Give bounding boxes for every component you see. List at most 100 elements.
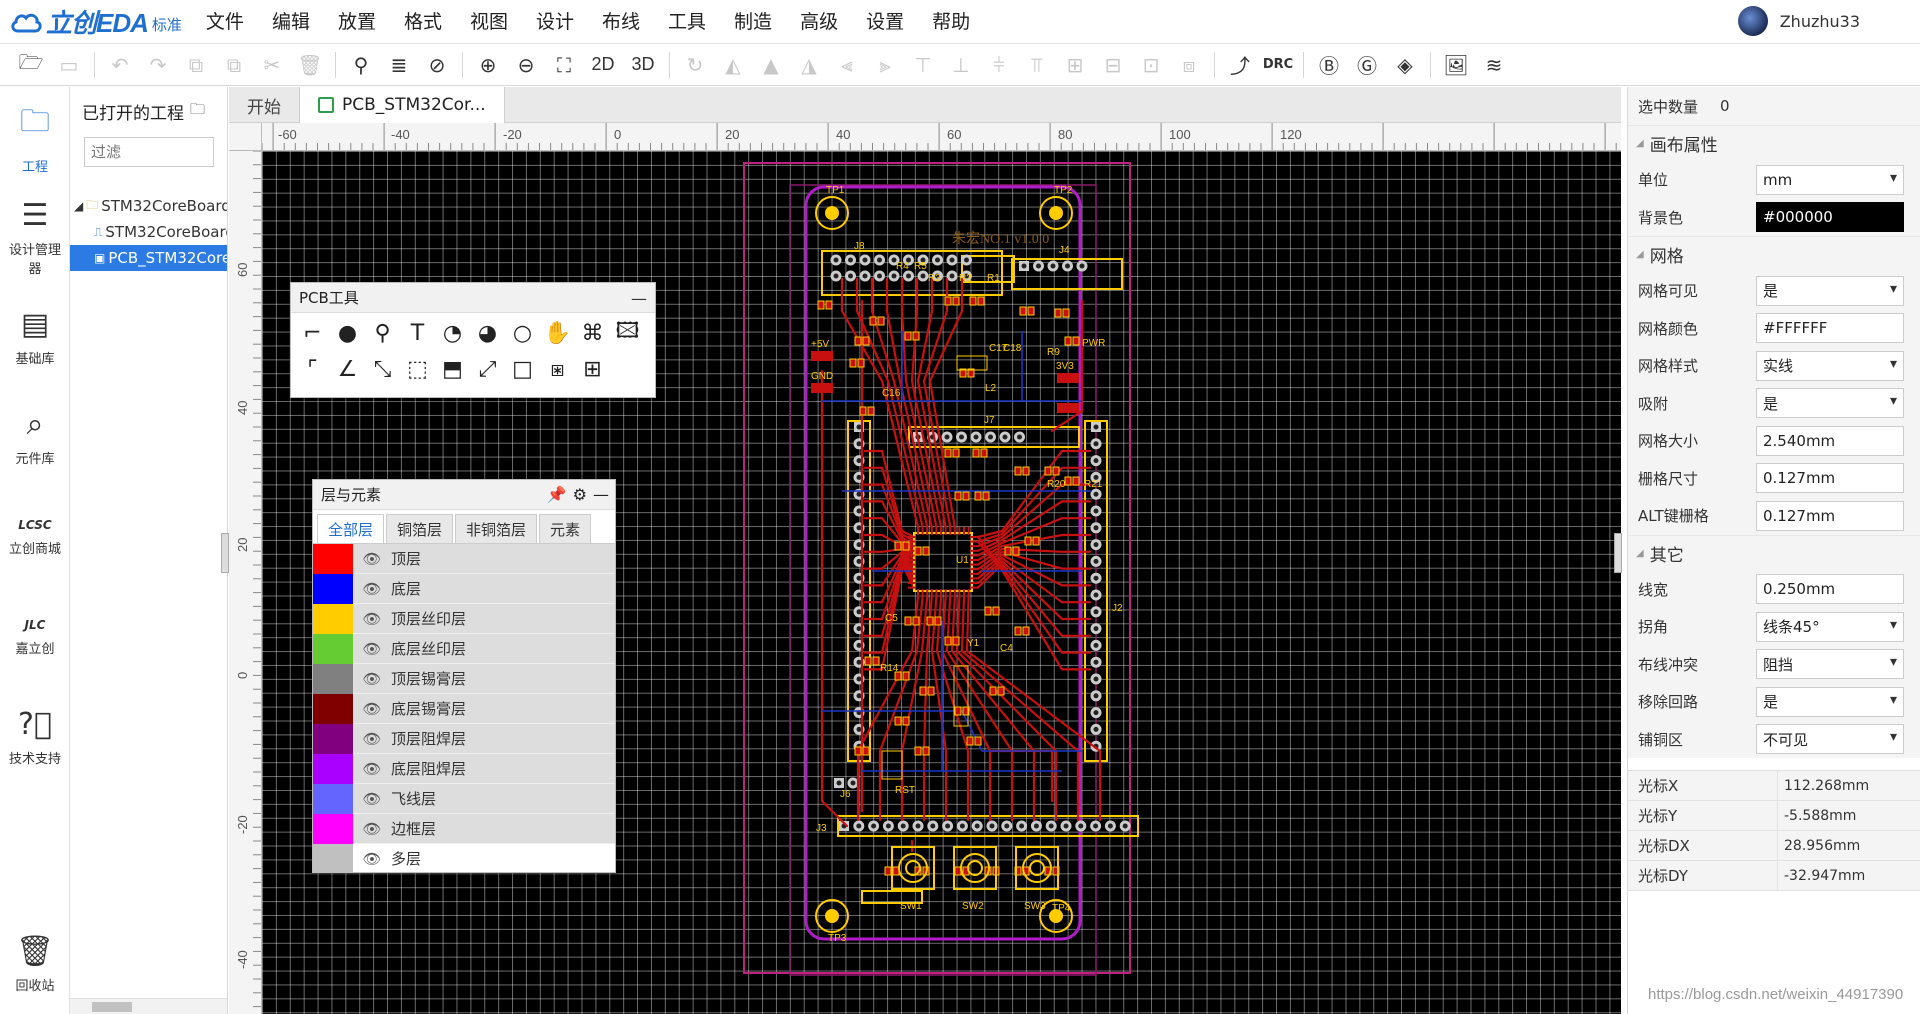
layer-row[interactable]: 👁 边框层 xyxy=(313,813,615,844)
layer-color-swatch[interactable] xyxy=(313,843,353,872)
property-input[interactable]: 0.127mm xyxy=(1756,500,1904,531)
layer-row[interactable]: 👁 底层阻焊层 xyxy=(313,753,615,784)
tab-elements[interactable]: 元素 xyxy=(539,514,592,543)
copy-icon[interactable]: ⧉ xyxy=(177,48,215,82)
property-input[interactable]: 0.250mm xyxy=(1756,574,1904,605)
eye-icon[interactable]: 👁 xyxy=(353,730,391,748)
pin-icon[interactable]: 📌 xyxy=(547,485,567,504)
dimension-tool-icon[interactable]: ∠ xyxy=(330,351,365,387)
menu-item[interactable]: 编辑 xyxy=(258,0,324,44)
tree-item-pcb[interactable]: ▣ PCB_STM32CoreBoard xyxy=(70,245,227,271)
collapse-left-handle[interactable] xyxy=(221,533,229,573)
menu-item[interactable]: 制造 xyxy=(720,0,786,44)
circle-tool-icon[interactable]: ○ xyxy=(505,315,540,351)
pan-tool-icon[interactable]: ✋ xyxy=(540,315,575,351)
image-tool-icon[interactable]: 🖾 xyxy=(610,315,645,351)
align-right-icon[interactable]: ⫸ xyxy=(866,48,904,82)
avatar[interactable] xyxy=(1737,6,1768,36)
rail-item-design-manager[interactable]: ☰ 设计管理器 xyxy=(0,187,70,287)
cross-probe-icon[interactable]: ⊘ xyxy=(418,48,456,82)
menu-item[interactable]: 设计 xyxy=(522,0,588,44)
collapse-arrow-icon[interactable]: ◢ xyxy=(74,199,83,213)
user-account[interactable]: Zhuzhu33 xyxy=(1737,6,1860,36)
eye-icon[interactable]: 👁 xyxy=(353,610,391,628)
eye-icon[interactable]: 👁 xyxy=(353,790,391,808)
view-3d-button[interactable]: 3D xyxy=(623,48,663,82)
tab-non-copper-layers[interactable]: 非铜箔层 xyxy=(455,514,538,543)
mirror-icon[interactable]: ◮ xyxy=(790,48,828,82)
find-icon[interactable]: ⚲ xyxy=(342,48,380,82)
align-left-icon[interactable]: ⫷ xyxy=(828,48,866,82)
align-grid-icon[interactable]: ⊡ xyxy=(1132,48,1170,82)
layer-row[interactable]: 👁 底层丝印层 xyxy=(313,633,615,664)
menu-item[interactable]: 格式 xyxy=(390,0,456,44)
drc-button[interactable]: DRC xyxy=(1259,48,1297,82)
export-image-icon[interactable]: 🖼 xyxy=(1437,48,1475,82)
eye-icon[interactable]: 👁 xyxy=(353,550,391,568)
layer-color-swatch[interactable] xyxy=(313,753,353,784)
layer-color-swatch[interactable] xyxy=(313,813,353,844)
app-logo[interactable]: 立创EDA 标准 xyxy=(0,0,182,44)
copper-area-tool-icon[interactable]: ⬒ xyxy=(435,351,470,387)
paste-icon[interactable]: ⧉ xyxy=(215,48,253,82)
filter-input[interactable] xyxy=(84,137,214,167)
property-select[interactable]: 阻挡 xyxy=(1756,649,1904,680)
text-tool-icon[interactable]: T xyxy=(400,315,435,351)
measure-tool-icon[interactable]: ⤢ xyxy=(470,351,505,387)
route-icon[interactable]: ⤴ xyxy=(1221,48,1259,82)
layer-color-swatch[interactable] xyxy=(313,723,353,754)
tab-pcb[interactable]: PCB_STM32Cor... xyxy=(300,87,505,123)
arc-center-tool-icon[interactable]: ◕ xyxy=(470,315,505,351)
layer-row[interactable]: 👁 底层 xyxy=(313,573,615,604)
eye-icon[interactable]: 👁 xyxy=(353,820,391,838)
cut-icon[interactable]: ✂ xyxy=(253,48,291,82)
save-icon[interactable]: ▭ xyxy=(50,48,88,82)
rail-item-basic-lib[interactable]: ▤ 基础库 xyxy=(0,287,70,387)
align-center-h-icon[interactable]: ⫪ xyxy=(1018,48,1056,82)
eye-icon[interactable]: 👁 xyxy=(353,760,391,778)
rail-item-support[interactable]: ?⃝ 技术支持 xyxy=(0,687,70,787)
property-input[interactable]: 2.540mm xyxy=(1756,425,1904,456)
pad-tool-icon[interactable]: ● xyxy=(330,315,365,351)
rail-item-component-lib[interactable]: ⌕ 元件库 xyxy=(0,387,70,487)
property-input[interactable]: #FFFFFF xyxy=(1756,313,1904,344)
distribute-h-icon[interactable]: ⊞ xyxy=(1056,48,1094,82)
pick-place-icon[interactable]: ◈ xyxy=(1386,48,1424,82)
tree-item-schematic[interactable]: ⎍ STM32CoreBoard xyxy=(70,219,227,245)
fit-view-icon[interactable]: ⛶ xyxy=(545,48,583,82)
layer-row[interactable]: 👁 多层 xyxy=(313,843,615,872)
group-icon[interactable]: ⧈ xyxy=(1170,48,1208,82)
layer-row[interactable]: 👁 底层锡膏层 xyxy=(313,693,615,724)
layer-color-swatch[interactable] xyxy=(313,663,353,694)
rotate-icon[interactable]: ↻ xyxy=(676,48,714,82)
layer-row[interactable]: 👁 顶层 xyxy=(313,544,615,574)
connect-tool-icon[interactable]: ⤡ xyxy=(365,351,400,387)
horizontal-scrollbar[interactable] xyxy=(70,998,227,1014)
tab-all-layers[interactable]: 全部层 xyxy=(317,514,385,543)
minimize-icon[interactable]: — xyxy=(631,289,647,308)
via-tool-icon[interactable]: ⚲ xyxy=(365,315,400,351)
zoom-out-icon[interactable]: ⊖ xyxy=(507,48,545,82)
distribute-v-icon[interactable]: ⊟ xyxy=(1094,48,1132,82)
rail-item-jlc[interactable]: JLC 嘉立创 xyxy=(0,587,70,687)
layers-icon[interactable]: ≋ xyxy=(1475,48,1513,82)
tab-start[interactable]: 开始 xyxy=(229,87,300,123)
property-select[interactable]: 实线 xyxy=(1756,350,1904,381)
menu-item[interactable]: 文件 xyxy=(192,0,258,44)
layer-color-swatch[interactable] xyxy=(313,573,353,604)
section-canvas-properties[interactable]: ◢ 画布属性 xyxy=(1628,125,1920,161)
open-folder-icon[interactable]: 🗀 xyxy=(190,99,205,124)
connect-pad-tool-icon[interactable]: ⌘ xyxy=(575,315,610,351)
rail-item-lcsc[interactable]: LCSC 立创商城 xyxy=(0,487,70,587)
hole-tool-icon[interactable]: ⧆ xyxy=(540,351,575,387)
property-input[interactable]: 0.127mm xyxy=(1756,463,1904,494)
property-select[interactable]: 是 xyxy=(1756,686,1904,717)
bom-icon[interactable]: Ⓑ xyxy=(1310,48,1348,82)
zoom-in-icon[interactable]: ⊕ xyxy=(469,48,507,82)
layer-row[interactable]: 👁 飞线层 xyxy=(313,783,615,814)
scrollbar-thumb[interactable] xyxy=(92,1002,132,1012)
menu-item[interactable]: 高级 xyxy=(786,0,852,44)
layer-row[interactable]: 👁 顶层锡膏层 xyxy=(313,663,615,694)
section-other[interactable]: ◢ 其它 xyxy=(1628,534,1920,571)
section-grid[interactable]: ◢ 网格 xyxy=(1628,236,1920,272)
